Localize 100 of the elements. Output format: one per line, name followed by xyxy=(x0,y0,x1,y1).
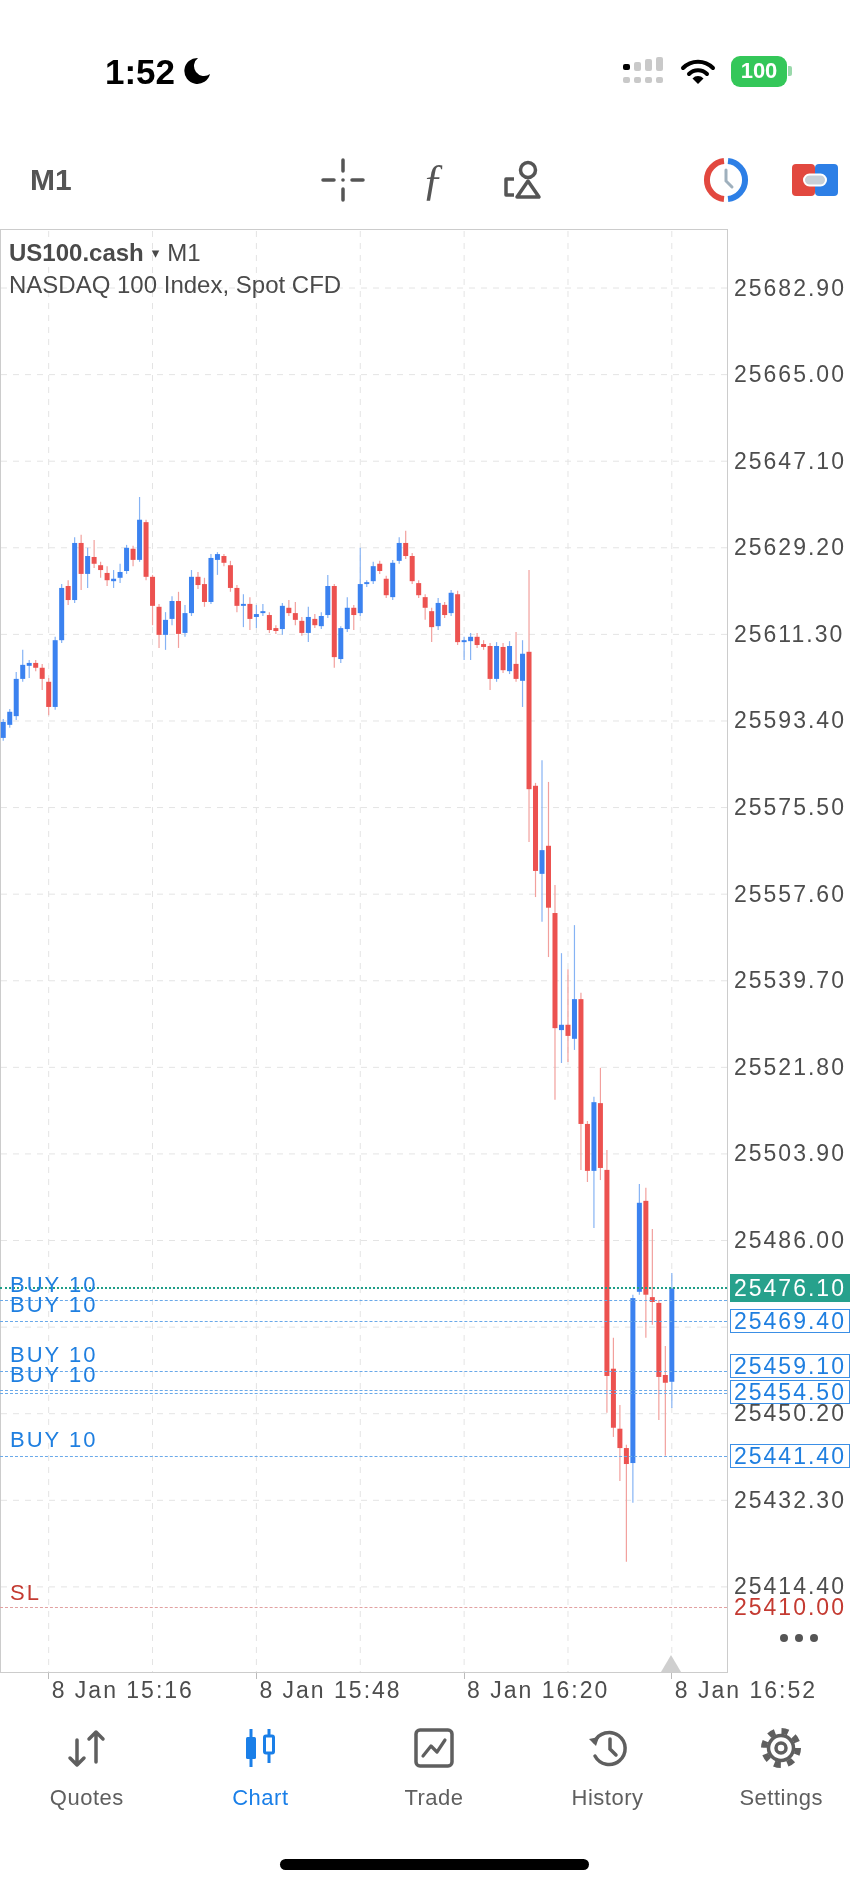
candlestick xyxy=(623,1444,629,1563)
candlestick xyxy=(513,631,519,683)
candlestick xyxy=(39,663,45,691)
candlestick xyxy=(429,607,435,643)
candlestick xyxy=(130,545,136,567)
candlestick xyxy=(292,601,298,626)
candlestick xyxy=(500,642,506,674)
candlestick xyxy=(396,536,402,565)
triangle-marker-icon[interactable] xyxy=(661,1655,681,1672)
price-axis-label: 25432.30 xyxy=(734,1490,846,1510)
price-axis-label: 25682.90 xyxy=(734,278,846,298)
signal-icon xyxy=(623,57,665,85)
candlestick xyxy=(539,759,545,923)
candlestick xyxy=(383,575,389,599)
symbol-description: NASDAQ 100 Index, Spot CFD xyxy=(9,270,342,300)
price-axis-label: 25486.00 xyxy=(734,1231,846,1250)
price-axis-label: 25539.70 xyxy=(734,971,846,991)
candlestick xyxy=(253,604,259,629)
order-label: BUY 10 xyxy=(10,1346,98,1364)
candlestick xyxy=(182,604,188,638)
candlestick xyxy=(305,606,311,643)
symbol-name[interactable]: US100.cash xyxy=(9,237,144,269)
axis-tick xyxy=(463,1673,465,1679)
order-price-label: 25441.40 xyxy=(730,1444,850,1468)
candlestick xyxy=(240,593,246,628)
price-axis-label: 25665.00 xyxy=(734,365,846,385)
crosshair-icon[interactable] xyxy=(321,157,365,202)
wifi-icon xyxy=(680,58,716,84)
price-axis-label: 25557.60 xyxy=(734,884,846,904)
moon-icon xyxy=(183,57,212,85)
line-chart-icon xyxy=(412,1726,456,1770)
stop-loss-label: SL xyxy=(10,1584,41,1602)
candlestick xyxy=(617,1404,623,1482)
price-axis-label: 25521.80 xyxy=(734,1057,846,1077)
timeframe-button[interactable]: M1 xyxy=(30,164,90,195)
candlestick xyxy=(403,530,409,560)
nav-tab[interactable]: Settings xyxy=(739,1726,823,1810)
clock-ring-icon[interactable] xyxy=(703,156,749,203)
candlestick xyxy=(435,597,441,631)
time-axis-label: 8 Jan 15:48 xyxy=(259,1678,402,1702)
candlestick xyxy=(351,604,357,631)
nav-tab[interactable]: Quotes xyxy=(49,1726,124,1810)
shapes-icon[interactable] xyxy=(503,159,543,200)
candlestick xyxy=(201,577,207,608)
candlestick xyxy=(448,589,454,617)
candlestick xyxy=(104,565,110,587)
candlestick xyxy=(279,602,285,636)
candlestick xyxy=(286,599,292,617)
candlestick xyxy=(214,551,220,576)
order-price-label: 25459.10 xyxy=(730,1354,850,1378)
candlestick xyxy=(195,571,201,590)
more-icon[interactable] xyxy=(780,1634,818,1642)
split-toggle-icon[interactable] xyxy=(792,163,838,196)
time-axis-label: 8 Jan 16:52 xyxy=(674,1678,818,1702)
candlestick xyxy=(91,539,97,569)
order-label: BUY 10 xyxy=(10,1431,98,1449)
candlestick xyxy=(124,544,130,575)
settings-icon xyxy=(759,1726,804,1770)
candlestick xyxy=(662,1345,668,1457)
stop-loss-price-label: 25410.00 xyxy=(733,1597,847,1617)
price-axis-label: 25503.90 xyxy=(734,1144,846,1164)
axis-tick xyxy=(48,1673,50,1679)
axis-tick xyxy=(255,1673,257,1679)
status-time: 1:52 xyxy=(105,53,176,89)
nav-tab[interactable]: Chart xyxy=(232,1726,289,1810)
nav-tab[interactable]: History xyxy=(571,1726,644,1810)
order-label: BUY 10 xyxy=(10,1276,98,1294)
candlestick xyxy=(558,952,564,1064)
candlestick xyxy=(65,579,71,606)
nav-tab[interactable]: Trade xyxy=(404,1726,464,1810)
price-axis-label: 25450.20 xyxy=(734,1404,846,1424)
candlestick xyxy=(260,603,266,617)
price-axis-label: 25575.50 xyxy=(734,798,846,818)
candlestick xyxy=(344,596,350,633)
candlestick xyxy=(117,563,123,584)
timeframe-label: M1 xyxy=(167,238,201,268)
order-price-label: 25454.50 xyxy=(730,1380,850,1404)
candlestick xyxy=(370,561,376,585)
dropdown-caret[interactable]: ▾ xyxy=(151,245,160,261)
candlestick xyxy=(299,616,305,637)
candlestick xyxy=(85,547,91,589)
candlestick xyxy=(20,649,26,683)
battery-indicator: 100 xyxy=(731,55,792,87)
candlestick xyxy=(234,584,240,613)
candlestick xyxy=(247,596,253,631)
price-axis-label: 25611.30 xyxy=(734,624,845,644)
price-axis-label: 25593.40 xyxy=(734,711,846,731)
candlestick xyxy=(227,560,233,593)
order-price-label: 25469.40 xyxy=(730,1309,850,1333)
indicators-button[interactable]: ƒ xyxy=(418,157,448,202)
price-axis-label: 25647.10 xyxy=(734,451,846,471)
axis-tick xyxy=(671,1673,673,1679)
time-axis-label: 8 Jan 15:16 xyxy=(51,1678,194,1702)
time-axis-label: 8 Jan 16:20 xyxy=(467,1678,610,1702)
current-price-label: 25476.10 xyxy=(730,1274,850,1302)
candlestick xyxy=(422,593,428,621)
price-axis-label: 25414.40 xyxy=(734,1577,846,1597)
candlestick xyxy=(163,611,169,651)
candlestick xyxy=(169,595,175,626)
price-axis-label: 25629.20 xyxy=(734,538,846,558)
